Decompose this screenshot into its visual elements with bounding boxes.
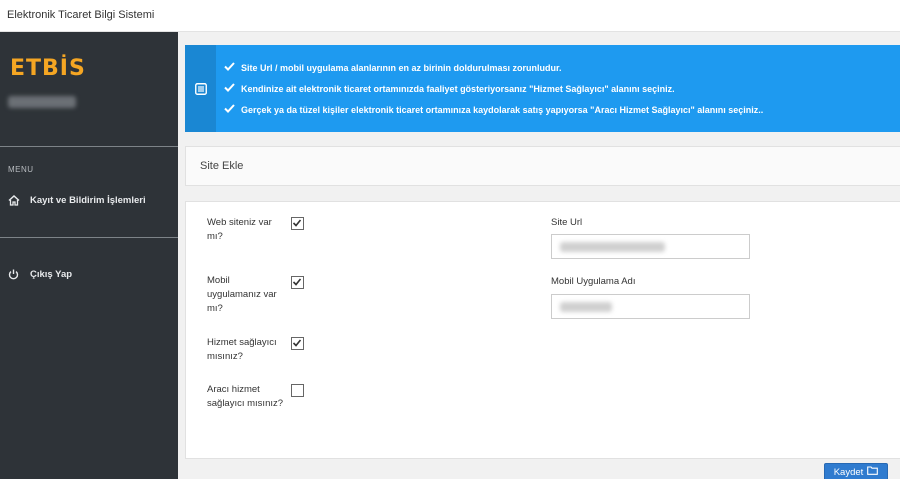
list-icon [185,45,216,132]
site-url-label: Site Url [551,217,583,228]
panel-header: Site Ekle [185,146,900,186]
mobile-app-checkbox[interactable] [291,276,304,289]
service-provider-question: Hizmet sağlayıcı mısınız? [207,337,277,362]
save-label: Kaydet [833,466,864,478]
alert-list: Site Url / mobil uygulama alanlarının en… [224,57,763,120]
alert-item: Kendinize ait elektronik ticaret ortamın… [224,78,763,99]
menu-label: MENU [8,165,34,174]
sidebar-item-label: Çıkış Yap [30,268,73,280]
mobile-app-name-label: Mobil Uygulama Adı [551,276,636,287]
check-icon [224,83,238,94]
redacted-value [560,302,612,312]
sidebar-item-kayit-bildirim[interactable]: Kayıt ve Bildirim İşlemleri [0,189,178,211]
etbis-logo: ETBİS [10,56,86,81]
title-bar: Elektronik Ticaret Bilgi Sistemi [0,0,900,32]
power-icon [0,269,30,280]
folder-icon [867,466,879,478]
sidebar-divider [0,146,178,147]
sidebar-divider [0,237,178,238]
alert-text: Kendinize ait elektronik ticaret ortamın… [241,83,675,94]
mobile-app-name-input[interactable] [551,294,750,319]
alert-item: Gerçek ya da tüzel kişiler elektronik ti… [224,99,763,120]
main-content: Site Url / mobil uygulama alanlarının en… [178,32,900,479]
service-provider-checkbox[interactable] [291,337,304,350]
sidebar-item-label: Kayıt ve Bildirim İşlemleri [30,194,146,206]
alert-text: Gerçek ya da tüzel kişiler elektronik ti… [241,104,764,115]
web-site-checkbox[interactable] [291,217,304,230]
intermediary-provider-question: Aracı hizmet sağlayıcı mısınız? [207,384,284,409]
panel-title: Site Ekle [200,160,244,172]
site-form: Web siteniz var mı? Mobil uygulamanız va… [185,201,900,459]
user-name-redacted [8,96,76,108]
alert-item: Site Url / mobil uygulama alanlarının en… [224,57,763,78]
mobile-app-question: Mobil uygulamanız var mı? [207,275,277,314]
app-title: Elektronik Ticaret Bilgi Sistemi [7,9,155,21]
site-url-input[interactable] [551,234,750,259]
check-icon [224,62,238,73]
save-button[interactable]: Kaydet [824,463,888,479]
check-icon [224,104,238,115]
intermediary-provider-checkbox[interactable] [291,384,304,397]
sidebar: ETBİS MENU Kayıt ve Bildirim İşlemleri Ç… [0,32,178,479]
web-site-question: Web siteniz var mı? [207,217,272,242]
sidebar-item-cikis[interactable]: Çıkış Yap [0,263,178,285]
home-icon [0,194,30,206]
info-alert: Site Url / mobil uygulama alanlarının en… [185,45,900,132]
redacted-value [560,242,665,252]
alert-text: Site Url / mobil uygulama alanlarının en… [241,62,562,73]
